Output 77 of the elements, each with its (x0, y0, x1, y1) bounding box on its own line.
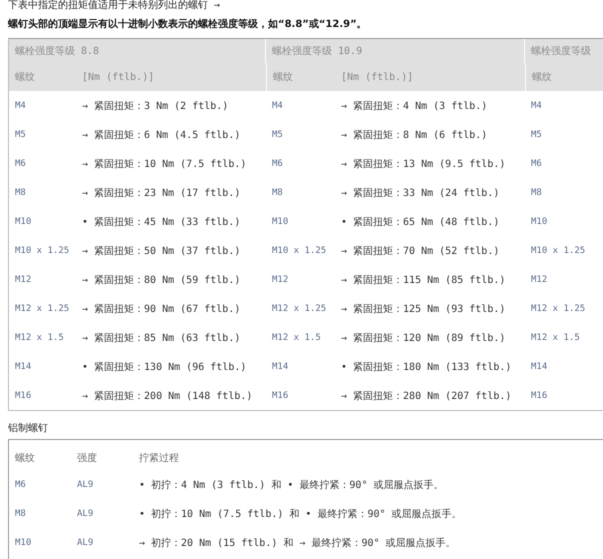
table-cell-text: M10 x 1.25 (271, 244, 328, 258)
table-cell-text: M6 (14, 158, 27, 170)
table-cell-text: → 紧固扭矩：70 Nm (52 ftlb.) (340, 244, 500, 258)
table-cell-text: M8 (530, 186, 543, 200)
table-cell-text: M12 x 1.25 (14, 302, 70, 316)
table-cell-text: → 紧固扭矩：85 Nm (63 ftlb.) (81, 332, 242, 346)
table-cell-text: → 紧固扭矩：3 Nm (2 ftlb.) (81, 100, 230, 114)
table-cell-text: M6 (14, 478, 27, 492)
group-header: 螺栓强度等级 10.9 (266, 39, 525, 63)
table-cell-text: M4 (14, 100, 27, 112)
table-cell-text: M6 (530, 158, 543, 170)
table-cell-text: M14 (271, 360, 290, 374)
column-header: 螺纹 (9, 63, 76, 91)
table-cell-text: M10 (14, 536, 32, 550)
table-cell-text: M16 (271, 390, 290, 402)
table-cell-text: → 紧固扭矩：13 Nm (9.5 ftlb.) (340, 158, 506, 172)
table-cell-text: → 紧固扭矩：120 Nm (89 ftlb.) (340, 332, 506, 346)
table-cell-text: • 紧固扭矩：45 Nm (33 ftlb.) (81, 216, 242, 230)
table-cell-text: M10 x 1.25 (14, 244, 70, 258)
table-cell-text: M10 x 1.25 (530, 244, 586, 258)
table-cell-text: M12 x 1.25 (530, 302, 586, 316)
table-cell-text: M6 (271, 158, 284, 170)
table-cell-text: → 紧固扭矩：80 Nm (59 ftlb.) (81, 274, 242, 288)
table-cell-text: M8 (14, 508, 27, 520)
section-heading: 铝制螺钉 (7, 422, 49, 436)
table-cell-text: • 紧固扭矩：180 Nm (133 ftlb.) (340, 360, 512, 374)
table-cell-text: • 紧固扭矩：130 Nm (96 ftlb.) (81, 360, 248, 374)
table-cell-text: → 紧固扭矩：200 Nm (148 ftlb.) (81, 390, 254, 404)
table-cell-text: → 紧固扭矩：6 Nm (4.5 ftlb.) (81, 128, 242, 142)
column-header: [Nm (ftlb.)] (76, 63, 266, 91)
table-cell-text: → 紧固扭矩：125 Nm (93 ftlb.) (340, 302, 506, 316)
table-cell-text: M16 (530, 390, 548, 402)
table-cell-text: M5 (530, 128, 543, 142)
group-header: 螺栓强度等级 (525, 39, 603, 63)
column-header: 螺纹 (266, 63, 335, 91)
table-cell-text: M8 (14, 186, 27, 200)
table-cell-text: M12 (271, 274, 290, 286)
table-cell-text: M5 (271, 128, 284, 142)
table-cell-text: M14 (530, 360, 548, 374)
table-cell-text: M10 (530, 216, 548, 228)
table-cell-text: M12 x 1.25 (271, 302, 328, 316)
table-cell-text: AL9 (76, 478, 94, 492)
table-cell-text: → 紧固扭矩：50 Nm (37 ftlb.) (81, 244, 242, 258)
table-cell-text: → 紧固扭矩：33 Nm (24 ftlb.) (340, 186, 500, 200)
table-cell-text: → 紧固扭矩：280 Nm (207 ftlb.) (340, 390, 512, 404)
table-cell-text: M12 x 1.5 (271, 332, 322, 344)
table-cell-text: → 紧固扭矩：8 Nm (6 ftlb.) (340, 128, 488, 142)
table-cell-text: M14 (14, 360, 32, 374)
table-cell-text: M10 (14, 216, 32, 228)
table-cell-text: • 初拧：10 Nm (7.5 ftlb.) 和 • 最终拧紧：90° 或屈服点扳手。 (138, 508, 463, 522)
table-cell-text: M12 x 1.5 (530, 332, 581, 344)
table-cell-text: M12 x 1.5 (14, 332, 65, 344)
table-cell-text: → 紧固扭矩：23 Nm (17 ftlb.) (81, 186, 242, 200)
table-cell-text: AL9 (76, 536, 94, 550)
table-cell-text: → 初拧：20 Nm (15 ftlb.) 和 → 最终拧紧：90° 或屈服点扳手。 (138, 536, 457, 550)
column-header: 拧紧过程 (138, 452, 180, 466)
table-cell-text: → 紧固扭矩：10 Nm (7.5 ftlb.) (81, 158, 248, 172)
table-cell-text: M16 (14, 390, 32, 402)
table-cell-text: M4 (271, 100, 284, 112)
column-header: [Nm (ftlb.)] (335, 63, 525, 91)
table-cell-text: → 紧固扭矩：4 Nm (3 ftlb.) (340, 100, 488, 114)
table-cell-text: → 紧固扭矩：115 Nm (85 ftlb.) (340, 274, 506, 288)
table-cell-text: M10 (271, 216, 290, 228)
table-cell-text: M8 (271, 186, 284, 200)
column-header: 强度 (76, 452, 98, 466)
table-cell-text: M12 (530, 274, 548, 286)
section-heading: 螺钉头部的顶端显示有以十进制小数表示的螺栓强度等级，如“8.8”或“12.9”。 (7, 17, 368, 32)
table-cell-text: → 紧固扭矩：90 Nm (67 ftlb.) (81, 302, 242, 316)
table-cell-text: • 紧固扭矩：65 Nm (48 ftlb.) (340, 216, 500, 230)
table-cell-text: • 初拧：4 Nm (3 ftlb.) 和 • 最终拧紧：90° 或屈服点扳手。 (138, 478, 444, 492)
table-cell-text: M5 (14, 128, 27, 142)
column-header: 螺纹 (525, 63, 603, 91)
group-header: 螺栓强度等级 8.8 (9, 39, 266, 63)
table-cell-text: M12 (14, 274, 32, 286)
column-header: 螺纹 (14, 452, 36, 466)
table-cell-text: AL9 (76, 508, 94, 520)
table-cell-text: M4 (530, 100, 543, 112)
